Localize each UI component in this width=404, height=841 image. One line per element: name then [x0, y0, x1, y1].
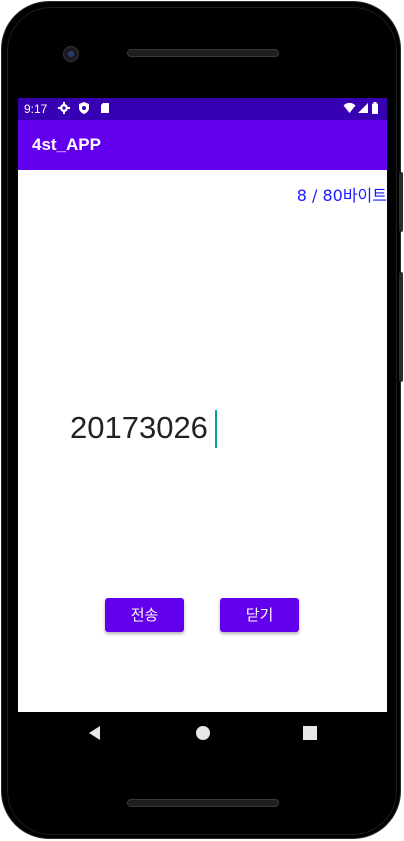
- gear-icon: [58, 102, 70, 114]
- app-bar: 4st_APP: [18, 120, 387, 170]
- back-icon[interactable]: [86, 724, 104, 742]
- battery-icon: [371, 102, 379, 114]
- signal-icon: [357, 102, 369, 114]
- close-button[interactable]: 닫기: [220, 598, 299, 632]
- status-bar: 9:17: [18, 98, 387, 120]
- phone-frame: 9:17 4st_APP 8 / 80바이트 20173026 전송 닫기: [0, 0, 404, 841]
- home-icon[interactable]: [194, 724, 212, 742]
- bottom-speaker: [127, 799, 279, 807]
- recents-icon[interactable]: [301, 724, 319, 742]
- top-speaker: [127, 49, 279, 57]
- wifi-icon: [343, 102, 356, 114]
- power-button[interactable]: [399, 172, 403, 232]
- app-screen: 9:17 4st_APP 8 / 80바이트 20173026 전송 닫기: [18, 98, 387, 712]
- app-title: 4st_APP: [32, 135, 101, 154]
- text-cursor: [215, 410, 217, 448]
- sd-card-icon: [99, 102, 111, 114]
- shield-icon: [78, 102, 90, 114]
- navigation-bar: [18, 712, 387, 754]
- message-input[interactable]: [70, 404, 320, 452]
- volume-button[interactable]: [399, 272, 403, 382]
- send-button[interactable]: 전송: [105, 598, 184, 632]
- status-time: 9:17: [24, 102, 48, 116]
- front-camera: [63, 46, 79, 62]
- byte-counter: 8 / 80바이트: [296, 186, 387, 205]
